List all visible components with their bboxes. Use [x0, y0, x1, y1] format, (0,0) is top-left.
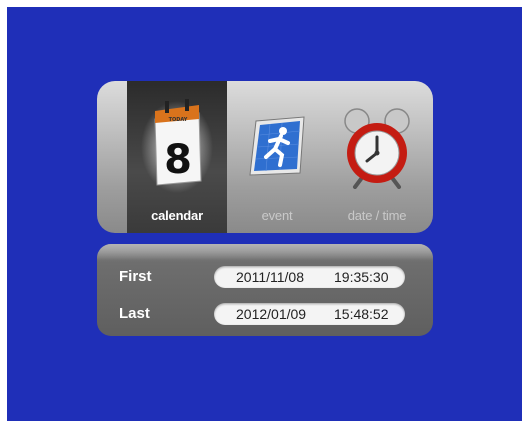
last-record-time: 15:48:52	[334, 306, 389, 322]
menu-item-label: event	[261, 208, 293, 223]
first-record-label: First	[119, 268, 152, 285]
alarm-clock-icon	[337, 103, 417, 189]
first-record-field: 2011/11/08 19:35:30	[214, 266, 405, 288]
last-record-field: 2012/01/09 15:48:52	[214, 303, 405, 325]
menu-item-date-time[interactable]: date / time	[327, 81, 427, 233]
icon-menu-bar: TODAY 8 calendar event date / time	[97, 81, 433, 233]
last-record-label: Last	[119, 305, 150, 322]
last-record-date: 2012/01/09	[236, 306, 307, 322]
menu-item-calendar[interactable]: TODAY 8 calendar	[127, 81, 227, 233]
record-info-panel: First 2011/11/08 19:35:30 Last 2012/01/0…	[97, 244, 433, 336]
menu-item-event[interactable]: event	[227, 81, 327, 233]
calendar-icon-day: 8	[164, 137, 192, 183]
menu-item-label: calendar	[151, 208, 203, 223]
running-person-icon	[242, 111, 312, 181]
first-record-date: 2011/11/08	[236, 269, 304, 285]
calendar-icon: TODAY 8	[141, 95, 213, 195]
tv-screen: TODAY 8 calendar event date / time First…	[7, 7, 522, 421]
calendar-icon-caption: TODAY	[169, 117, 188, 123]
panel-highlight	[97, 244, 433, 260]
first-record-time: 19:35:30	[334, 269, 389, 285]
menu-item-label: date / time	[347, 208, 407, 223]
